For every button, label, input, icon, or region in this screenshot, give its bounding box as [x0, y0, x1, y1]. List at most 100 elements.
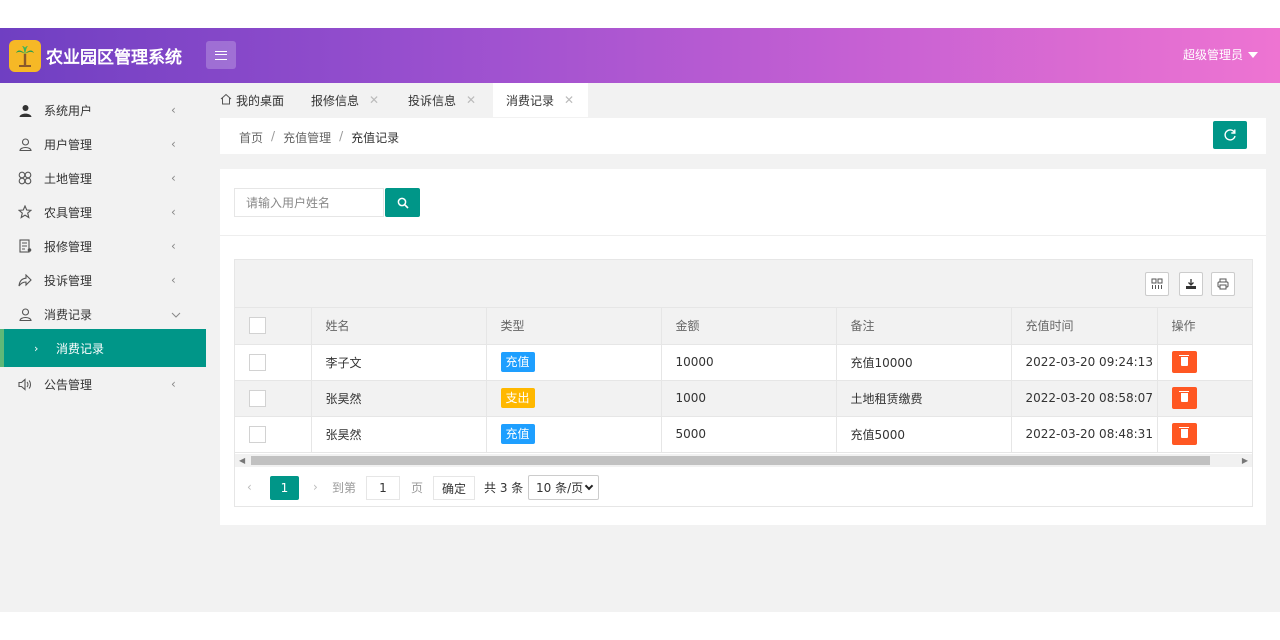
row-select-cell: [235, 344, 312, 381]
sidebar-item-label: 报修管理: [44, 239, 93, 254]
cell-actions: [1157, 344, 1253, 381]
column-header-time[interactable]: 充值时间: [1011, 308, 1158, 345]
close-icon[interactable]: ✕: [564, 93, 574, 107]
cell-actions: [1157, 380, 1253, 417]
chevron-right-icon: ›: [34, 341, 39, 355]
type-badge: 支出: [500, 388, 535, 408]
columns-filter-button[interactable]: [1145, 272, 1169, 296]
logo-icon: [9, 40, 41, 72]
sidebar-item-user-management[interactable]: 用户管理 ‹: [0, 127, 206, 161]
page-1-button[interactable]: 1: [270, 476, 299, 500]
delete-button[interactable]: [1171, 351, 1197, 373]
table-toolbar: [235, 260, 1252, 308]
sidebar-item-notice-management[interactable]: 公告管理 ‹: [0, 367, 206, 401]
row-select-cell: [235, 380, 312, 417]
sidebar-item-land-management[interactable]: 土地管理 ‹: [0, 161, 206, 195]
user-outline-icon: [18, 137, 32, 151]
close-icon[interactable]: ✕: [369, 93, 379, 107]
select-all-checkbox[interactable]: [249, 317, 266, 335]
row-checkbox[interactable]: [249, 425, 266, 443]
app-title: 农业园区管理系统: [46, 48, 182, 68]
print-button[interactable]: [1211, 272, 1235, 296]
next-page-button[interactable]: ›: [313, 480, 318, 494]
clover-icon: [18, 171, 32, 185]
cell-note: 土地租赁缴费: [836, 380, 1012, 417]
sidebar-item-label: 农具管理: [44, 205, 93, 220]
tab-label: 报修信息: [311, 93, 360, 108]
breadcrumb-home[interactable]: 首页: [239, 129, 263, 146]
user-menu[interactable]: 超级管理员: [1183, 46, 1258, 63]
table-row: 张昊然 支出 1000 土地租赁缴费 2022-03-20 08:58:07: [235, 380, 1253, 417]
column-header-name[interactable]: 姓名: [311, 308, 487, 345]
cell-type: 充值: [486, 344, 662, 381]
app-window: 农业园区管理系统 超级管理员 系统用户 ‹ 用户管理 ‹ 土地管理 ‹ 农具管理…: [0, 28, 1280, 612]
sidebar-item-label: 用户管理: [44, 137, 93, 152]
sidebar-item-label: 系统用户: [44, 103, 93, 118]
sidebar-item-repair-management[interactable]: 报修管理 ‹: [0, 229, 206, 263]
total-count: 共 3 条: [484, 480, 524, 495]
sidebar: 系统用户 ‹ 用户管理 ‹ 土地管理 ‹ 农具管理 ‹ 报修管理 ‹ 投诉管理 …: [0, 83, 206, 612]
breadcrumb-separator: /: [339, 129, 344, 143]
cell-amount: 10000: [661, 344, 837, 381]
goto-page-input[interactable]: 1: [366, 476, 400, 500]
chevron-down-icon: [171, 307, 181, 321]
hamburger-icon: [215, 50, 227, 60]
column-header-note[interactable]: 备注: [836, 308, 1012, 345]
cell-name: 李子文: [311, 344, 487, 381]
column-header-type[interactable]: 类型: [486, 308, 662, 345]
breadcrumb-recharge-management[interactable]: 充值管理: [283, 129, 331, 146]
column-header-amount[interactable]: 金额: [661, 308, 837, 345]
horizontal-scrollbar[interactable]: ◀ ▶: [235, 454, 1252, 467]
chevron-left-icon: ‹: [171, 377, 176, 391]
share-icon: [18, 273, 32, 287]
scrollbar-thumb[interactable]: [251, 456, 1210, 465]
sidebar-subitem-consumption-records[interactable]: › 消费记录: [0, 329, 206, 367]
table-row: 张昊然 充值 5000 充值5000 2022-03-20 08:48:31: [235, 416, 1253, 453]
search-button[interactable]: [385, 188, 420, 217]
confirm-button[interactable]: 确定: [433, 476, 475, 500]
table-header-row: 姓名 类型 金额 备注 充值时间 操作: [235, 308, 1253, 345]
sidebar-item-tool-management[interactable]: 农具管理 ‹: [0, 195, 206, 229]
menu-toggle-button[interactable]: [206, 41, 236, 69]
sidebar-item-label: 投诉管理: [44, 273, 93, 288]
records-table: 姓名 类型 金额 备注 充值时间 操作 李子文 充值 10000 充值10000…: [235, 308, 1253, 453]
tab-label: 投诉信息: [408, 93, 457, 108]
tab-repair-info[interactable]: 报修信息 ✕: [311, 83, 379, 117]
sidebar-item-complaint-management[interactable]: 投诉管理 ‹: [0, 263, 206, 297]
delete-button[interactable]: [1171, 423, 1197, 445]
page-size-select[interactable]: 10 条/页: [528, 475, 599, 500]
sidebar-subitem-label: 消费记录: [56, 341, 105, 356]
cell-type: 充值: [486, 416, 662, 453]
export-button[interactable]: [1179, 272, 1203, 296]
tab-consumption-records[interactable]: 消费记录 ✕: [493, 83, 588, 117]
column-header-actions: 操作: [1157, 308, 1253, 345]
user-name: 超级管理员: [1182, 48, 1243, 62]
table-row: 李子文 充值 10000 充值10000 2022-03-20 09:24:13: [235, 344, 1253, 381]
row-checkbox[interactable]: [249, 353, 266, 371]
row-select-cell: [235, 416, 312, 453]
sidebar-item-system-users[interactable]: 系统用户 ‹: [0, 93, 206, 127]
delete-button[interactable]: [1171, 387, 1197, 409]
tab-desktop[interactable]: 我的桌面: [220, 83, 284, 117]
scroll-right-icon[interactable]: ▶: [1242, 454, 1248, 467]
refresh-button[interactable]: [1213, 121, 1247, 149]
breadcrumb: 首页 / 充值管理 / 充值记录: [239, 129, 399, 146]
export-icon: [1186, 279, 1196, 289]
close-icon[interactable]: ✕: [466, 93, 476, 107]
print-icon: [1217, 278, 1229, 290]
sidebar-item-consumption-records[interactable]: 消费记录: [0, 297, 206, 331]
tab-label: 消费记录: [506, 93, 555, 108]
scroll-left-icon[interactable]: ◀: [239, 454, 245, 467]
breadcrumb-separator: /: [271, 129, 276, 143]
chevron-left-icon: ‹: [171, 171, 176, 185]
home-icon: [220, 93, 232, 108]
tab-complaint-info[interactable]: 投诉信息 ✕: [408, 83, 476, 117]
main-panel: 姓名 类型 金额 备注 充值时间 操作 李子文 充值 10000 充值 1000: [220, 169, 1266, 525]
search-icon: [397, 197, 409, 209]
search-input[interactable]: [234, 188, 384, 217]
tab-bar: 我的桌面 报修信息 ✕ 投诉信息 ✕ 消费记录 ✕: [206, 83, 1280, 117]
row-checkbox[interactable]: [249, 389, 266, 407]
prev-page-button[interactable]: ‹: [247, 480, 252, 494]
tab-label: 我的桌面: [236, 93, 285, 108]
cell-type: 支出: [486, 380, 662, 417]
